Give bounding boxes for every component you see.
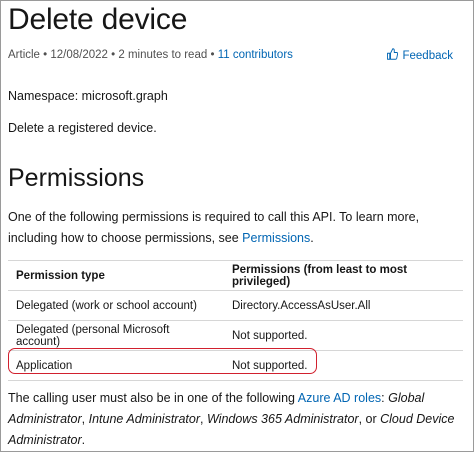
permissions-link[interactable]: Permissions	[242, 231, 310, 245]
meta-separator: •	[111, 49, 116, 61]
description-text: Delete a registered device.	[8, 121, 157, 135]
permissions-heading: Permissions	[8, 164, 145, 192]
page-title: Delete device	[8, 3, 188, 36]
roles-colon: :	[381, 391, 385, 405]
namespace-text: Namespace: microsoft.graph	[8, 89, 168, 103]
role-name: Windows 365 Administrator	[206, 412, 359, 426]
permissions-intro-end: .	[310, 231, 314, 245]
table-row: Delegated (work or school account) Direc…	[8, 290, 463, 321]
feedback-button[interactable]: Feedback	[386, 48, 453, 63]
read-time: 2 minutes to read	[118, 49, 208, 61]
contributors-link[interactable]: 11 contributors	[218, 49, 293, 61]
table-cell: Not supported.	[224, 350, 463, 381]
table-header-row: Permission type Permissions (from least …	[8, 260, 463, 291]
thumbs-up-icon	[386, 48, 399, 63]
feedback-label: Feedback	[402, 49, 453, 62]
article-date: 12/08/2022	[50, 49, 108, 61]
article-metadata: Article • 12/08/2022 • 2 minutes to read…	[8, 49, 293, 61]
permissions-table: Permission type Permissions (from least …	[8, 260, 463, 381]
permissions-intro-text: One of the following permissions is requ…	[8, 210, 420, 245]
table-cell: Directory.AccessAsUser.All	[224, 290, 463, 321]
permissions-intro: One of the following permissions is requ…	[8, 207, 463, 249]
table-cell: Application	[8, 350, 224, 381]
role-name: Intune Administrator	[88, 412, 201, 426]
table-cell: Not supported.	[224, 320, 463, 351]
table-row: Application Not supported.	[8, 350, 463, 381]
roles-end: .	[81, 433, 86, 447]
table-cell: Delegated (personal Microsoft account)	[8, 320, 224, 351]
meta-separator: •	[210, 49, 215, 61]
column-header: Permissions (from least to most privileg…	[224, 260, 463, 291]
roles-paragraph: The calling user must also be in one of …	[8, 388, 463, 451]
azure-ad-roles-link[interactable]: Azure AD roles	[298, 391, 381, 405]
roles-comma: ,	[81, 412, 86, 426]
table-cell: Delegated (work or school account)	[8, 290, 224, 321]
table-row: Delegated (personal Microsoft account) N…	[8, 320, 463, 351]
roles-comma: ,	[200, 412, 204, 426]
article-type: Article	[8, 49, 40, 61]
roles-or: , or	[358, 412, 377, 426]
roles-pre-text: The calling user must also be in one of …	[8, 391, 295, 405]
column-header: Permission type	[8, 260, 224, 291]
meta-separator: •	[43, 49, 48, 61]
